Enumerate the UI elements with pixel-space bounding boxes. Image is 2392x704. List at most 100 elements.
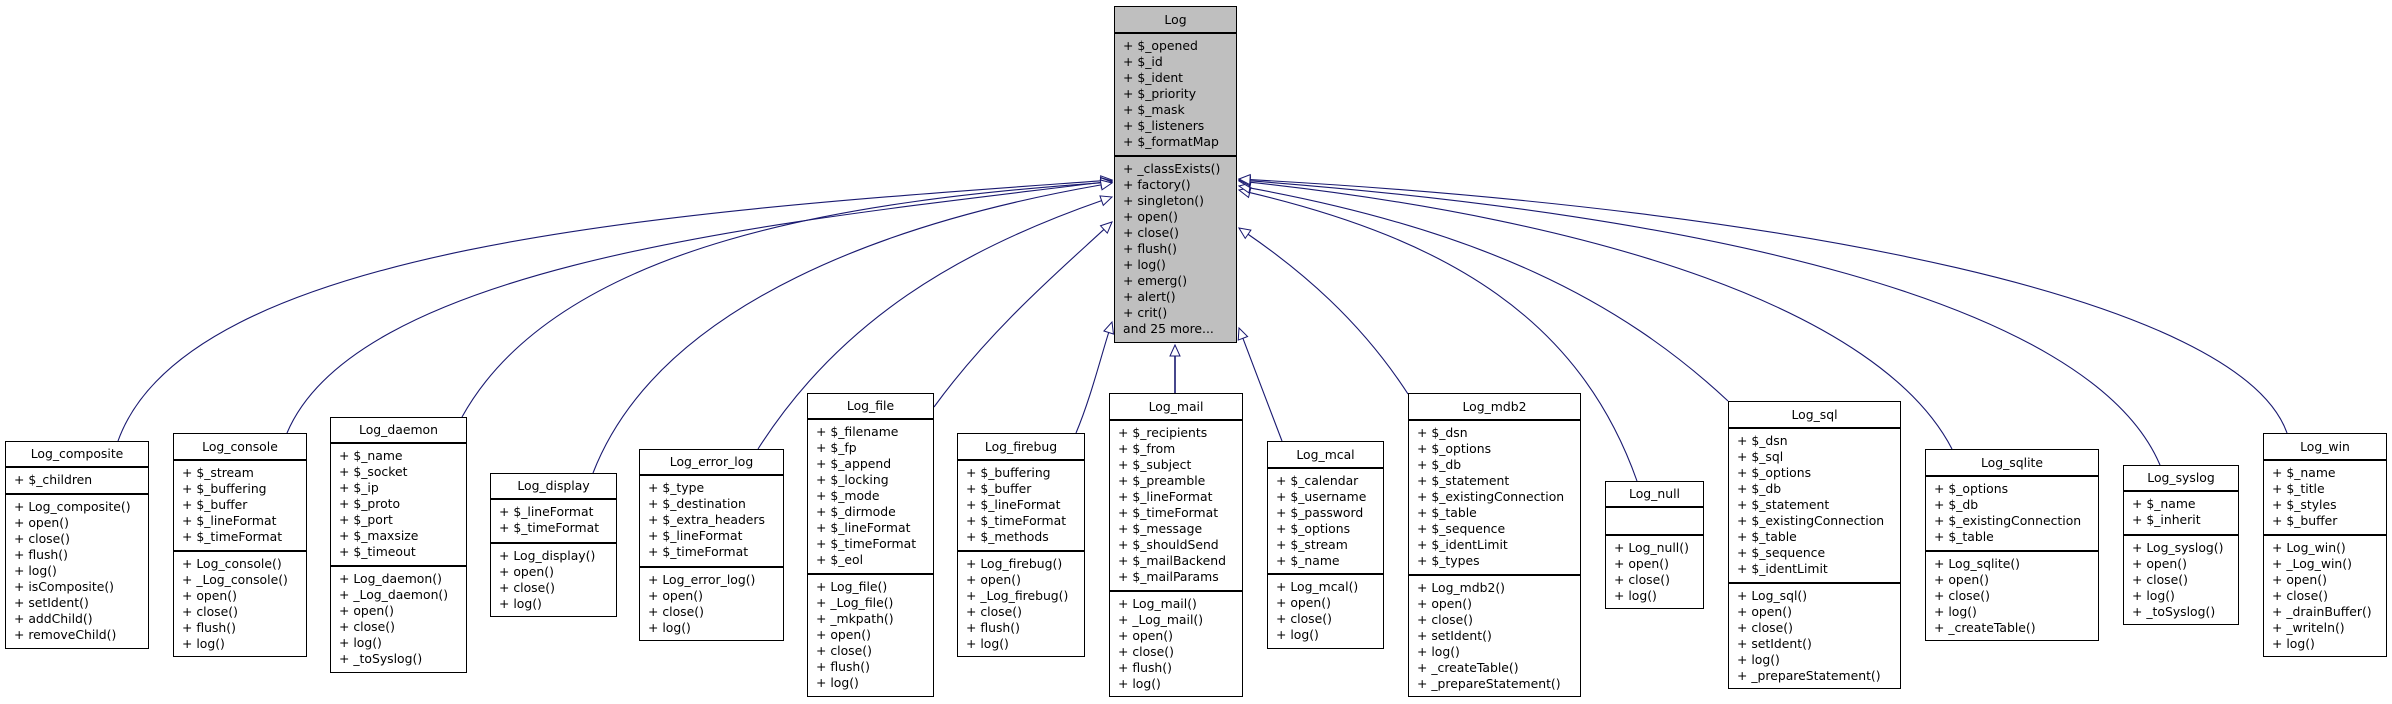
attribute-item[interactable]: + $_lineFormat [816, 520, 933, 536]
method-item[interactable]: + Log_null() [1614, 540, 1703, 556]
method-item[interactable]: + flush() [816, 659, 933, 675]
method-item[interactable]: + _prepareStatement() [1417, 676, 1580, 692]
attribute-item[interactable]: + $_dsn [1417, 425, 1580, 441]
method-item[interactable]: + factory() [1123, 177, 1236, 193]
attribute-item[interactable]: + $_buffering [182, 481, 306, 497]
class-name[interactable]: Log_firebug [958, 434, 1084, 461]
method-item[interactable]: + close() [1123, 225, 1236, 241]
method-item[interactable]: + open() [1614, 556, 1703, 572]
method-item[interactable]: + log() [1123, 257, 1236, 273]
class-name[interactable]: Log_file [808, 394, 933, 420]
attribute-item[interactable]: + $_message [1118, 521, 1242, 537]
attribute-item[interactable]: + $_identLimit [1737, 561, 1900, 577]
method-item[interactable]: + setIdent() [1737, 636, 1900, 652]
attribute-item[interactable]: + $_db [1737, 481, 1900, 497]
attribute-item[interactable]: + $_existingConnection [1417, 489, 1580, 505]
attribute-item[interactable]: + $_buffer [2272, 513, 2386, 529]
method-item[interactable]: + addChild() [14, 611, 148, 627]
attribute-item[interactable]: + $_stream [1276, 537, 1383, 553]
attribute-item[interactable]: + $_lineFormat [966, 497, 1084, 513]
method-item[interactable]: + log() [1737, 652, 1900, 668]
class-box-log-syslog[interactable]: Log_syslog + $_name + $_inherit + Log_syslo… [2123, 465, 2239, 625]
method-item[interactable]: + _createTable() [1417, 660, 1580, 676]
attribute-item[interactable]: + $_dirmode [816, 504, 933, 520]
method-item[interactable]: + Log_display() [499, 548, 616, 564]
attribute-item[interactable]: + $_mode [816, 488, 933, 504]
attribute-item[interactable]: + $_extra_headers [648, 512, 783, 528]
class-name[interactable]: Log_error_log [640, 450, 783, 476]
method-item[interactable]: + flush() [1123, 241, 1236, 257]
attribute-item[interactable]: + $_type [648, 480, 783, 496]
method-item[interactable]: + open() [816, 627, 933, 643]
method-item[interactable]: + close() [339, 619, 466, 635]
method-item[interactable]: + setIdent() [14, 595, 148, 611]
class-box-log-file[interactable]: Log_file + $_filename + $_fp + $_append + $_… [807, 393, 934, 697]
attribute-item[interactable]: + $_methods [966, 529, 1084, 545]
attribute-item[interactable]: + $_types [1417, 553, 1580, 569]
class-name[interactable]: Log_console [174, 434, 306, 461]
attribute-item[interactable]: + $_sql [1737, 449, 1900, 465]
attribute-item[interactable]: + $_preamble [1118, 473, 1242, 489]
class-name[interactable]: Log_composite [6, 442, 148, 468]
method-item[interactable]: + Log_composite() [14, 499, 148, 515]
attribute-item[interactable]: + $_options [1276, 521, 1383, 537]
class-box-log-mail[interactable]: Log_mail + $_recipients + $_from + $_subjec… [1109, 393, 1243, 697]
class-name[interactable]: Log_sql [1729, 402, 1900, 429]
attribute-item[interactable]: + $_timeFormat [816, 536, 933, 552]
method-item[interactable]: + _Log_win() [2272, 556, 2386, 572]
method-item[interactable]: + close() [966, 604, 1084, 620]
method-item[interactable]: + Log_mail() [1118, 596, 1242, 612]
attribute-item[interactable]: + $_destination [648, 496, 783, 512]
method-item[interactable]: + log() [2272, 636, 2386, 652]
method-item[interactable]: + open() [339, 603, 466, 619]
method-item[interactable]: + open() [1118, 628, 1242, 644]
method-item[interactable]: + log() [1118, 676, 1242, 692]
method-item[interactable]: + _Log_daemon() [339, 587, 466, 603]
attribute-item[interactable]: + $_append [816, 456, 933, 472]
attribute-item[interactable]: + $_from [1118, 441, 1242, 457]
method-item[interactable]: + open() [182, 588, 306, 604]
method-item[interactable]: + _prepareStatement() [1737, 668, 1900, 684]
attribute-item[interactable]: + $_name [339, 448, 466, 464]
method-item[interactable]: + singleton() [1123, 193, 1236, 209]
attribute-item[interactable]: + $_options [1417, 441, 1580, 457]
attribute-item[interactable]: + $_timeFormat [1118, 505, 1242, 521]
more-members-link[interactable]: and 25 more... [1123, 321, 1236, 337]
attribute-item[interactable]: + $_shouldSend [1118, 537, 1242, 553]
method-item[interactable]: + flush() [14, 547, 148, 563]
method-item[interactable]: + Log_sql() [1737, 588, 1900, 604]
attribute-item[interactable]: + $_priority [1123, 86, 1236, 102]
method-item[interactable]: + log() [14, 563, 148, 579]
method-item[interactable]: + log() [2132, 588, 2238, 604]
attribute-item[interactable]: + $_fp [816, 440, 933, 456]
attribute-item[interactable]: + $_stream [182, 465, 306, 481]
attribute-item[interactable]: + $_buffering [966, 465, 1084, 481]
class-name[interactable]: Log_display [491, 474, 616, 500]
class-box-log-error-log[interactable]: Log_error_log + $_type + $_destination + $_… [639, 449, 784, 641]
method-item[interactable]: + Log_sqlite() [1934, 556, 2098, 572]
method-item[interactable]: + close() [2132, 572, 2238, 588]
attribute-item[interactable]: + $_inherit [2132, 512, 2238, 528]
method-item[interactable]: + open() [1737, 604, 1900, 620]
method-item[interactable]: + open() [966, 572, 1084, 588]
attribute-item[interactable]: + $_name [2272, 465, 2386, 481]
attribute-item[interactable]: + $_timeFormat [182, 529, 306, 545]
method-item[interactable]: + Log_mdb2() [1417, 580, 1580, 596]
method-item[interactable]: + Log_firebug() [966, 556, 1084, 572]
class-box-log-mdb2[interactable]: Log_mdb2 + $_dsn + $_options + $_db + $_stat… [1408, 393, 1581, 697]
class-name[interactable]: Log_syslog [2124, 466, 2238, 492]
class-name[interactable]: Log [1115, 7, 1236, 34]
class-name[interactable]: Log_mcal [1268, 442, 1383, 469]
attribute-item[interactable]: + $_name [1276, 553, 1383, 569]
class-box-log-console[interactable]: Log_console + $_stream + $_buffering + $_bu… [173, 433, 307, 657]
method-item[interactable]: + Log_daemon() [339, 571, 466, 587]
class-box-log-null[interactable]: Log_null + Log_null() + open() + close() + l… [1605, 481, 1704, 609]
attribute-item[interactable]: + $_maxsize [339, 528, 466, 544]
method-item[interactable]: + log() [182, 636, 306, 652]
attribute-item[interactable]: + $_styles [2272, 497, 2386, 513]
method-item[interactable]: + log() [1614, 588, 1703, 604]
method-item[interactable]: + log() [816, 675, 933, 691]
attribute-item[interactable]: + $_existingConnection [1737, 513, 1900, 529]
method-item[interactable]: + close() [1276, 611, 1383, 627]
class-name[interactable]: Log_mdb2 [1409, 394, 1580, 421]
